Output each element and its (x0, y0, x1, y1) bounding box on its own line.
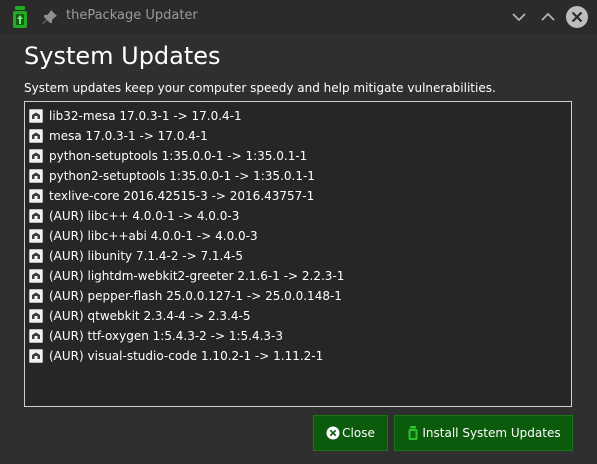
update-list-item-label: texlive-core 2016.42515-3 -> 2016.43757-… (49, 189, 315, 203)
package-icon (29, 229, 43, 243)
update-list-item-label: python2-setuptools 1:35.0.0-1 -> 1:35.0.… (49, 169, 315, 183)
update-list-item[interactable]: python2-setuptools 1:35.0.0-1 -> 1:35.0.… (29, 166, 315, 186)
close-icon[interactable] (565, 5, 589, 29)
update-list-item[interactable]: (AUR) visual-studio-code 1.10.2-1 -> 1.1… (29, 346, 323, 366)
update-list-item-label: (AUR) pepper-flash 25.0.0.127-1 -> 25.0.… (49, 289, 342, 303)
title-bar[interactable]: thePackage Updater (0, 0, 597, 34)
install-button-label: Install System Updates (422, 426, 561, 440)
update-list-item[interactable]: (AUR) libc++ 4.0.0-1 -> 4.0.0-3 (29, 206, 239, 226)
page-subtitle: System updates keep your computer speedy… (24, 81, 496, 95)
update-list-item-label: lib32-mesa 17.0.3-1 -> 17.0.4-1 (49, 109, 242, 123)
minimize-icon[interactable] (508, 6, 530, 28)
update-list-item[interactable]: (AUR) ttf-oxygen 1:5.4.3-2 -> 1:5.4.3-3 (29, 326, 283, 346)
maximize-icon[interactable] (537, 6, 559, 28)
install-system-updates-button[interactable]: Install System Updates (394, 415, 573, 451)
package-icon (29, 289, 43, 303)
update-list-item-label: (AUR) ttf-oxygen 1:5.4.3-2 -> 1:5.4.3-3 (49, 329, 283, 343)
app-icon (13, 6, 27, 28)
update-list-item-label: (AUR) visual-studio-code 1.10.2-1 -> 1.1… (49, 349, 324, 363)
update-list-item[interactable]: (AUR) qtwebkit 2.3.4-4 -> 2.3.4-5 (29, 306, 250, 326)
package-icon (29, 169, 43, 183)
update-list-item-label: mesa 17.0.3-1 -> 17.0.4-1 (49, 129, 208, 143)
update-list-item[interactable]: mesa 17.0.3-1 -> 17.0.4-1 (29, 126, 208, 146)
update-list-item[interactable]: (AUR) pepper-flash 25.0.0.127-1 -> 25.0.… (29, 286, 342, 306)
update-list-item[interactable]: lib32-mesa 17.0.3-1 -> 17.0.4-1 (29, 106, 242, 126)
package-icon (29, 129, 43, 143)
update-list-item[interactable]: (AUR) libc++abi 4.0.0-1 -> 4.0.0-3 (29, 226, 258, 246)
page-title: System Updates (24, 42, 221, 70)
pin-icon[interactable] (42, 9, 58, 25)
package-icon (29, 149, 43, 163)
package-icon (29, 209, 43, 223)
update-list-item-label: (AUR) libc++abi 4.0.0-1 -> 4.0.0-3 (49, 229, 258, 243)
update-list-item[interactable]: (AUR) libunity 7.1.4-2 -> 7.1.4-5 (29, 246, 243, 266)
update-list-item-label: python-setuptools 1:35.0.0-1 -> 1:35.0.1… (49, 149, 308, 163)
update-list-item[interactable]: texlive-core 2016.42515-3 -> 2016.43757-… (29, 186, 314, 206)
updater-window: thePackage Updater System Updates System… (0, 0, 597, 464)
update-list-item-label: (AUR) libunity 7.1.4-2 -> 7.1.4-5 (49, 249, 243, 263)
update-list-item-label: (AUR) lightdm-webkit2-greeter 2.1.6-1 ->… (49, 269, 345, 283)
update-list[interactable]: lib32-mesa 17.0.3-1 -> 17.0.4-1 mesa 17.0… (24, 101, 572, 407)
close-button[interactable]: Close (313, 415, 388, 451)
close-button-label: Close (342, 426, 375, 440)
update-list-item-label: (AUR) qtwebkit 2.3.4-4 -> 2.3.4-5 (49, 309, 251, 323)
package-icon (29, 109, 43, 123)
package-icon (29, 309, 43, 323)
update-list-item[interactable]: (AUR) lightdm-webkit2-greeter 2.1.6-1 ->… (29, 266, 344, 286)
close-circle-icon (326, 426, 340, 440)
package-icon (29, 249, 43, 263)
update-list-item[interactable]: python-setuptools 1:35.0.0-1 -> 1:35.0.1… (29, 146, 307, 166)
package-icon (29, 349, 43, 363)
package-icon (29, 329, 43, 343)
install-icon (408, 426, 418, 440)
update-list-item-label: (AUR) libc++ 4.0.0-1 -> 4.0.0-3 (49, 209, 240, 223)
package-icon (29, 189, 43, 203)
package-icon (29, 269, 43, 283)
window-title: thePackage Updater (66, 8, 198, 23)
